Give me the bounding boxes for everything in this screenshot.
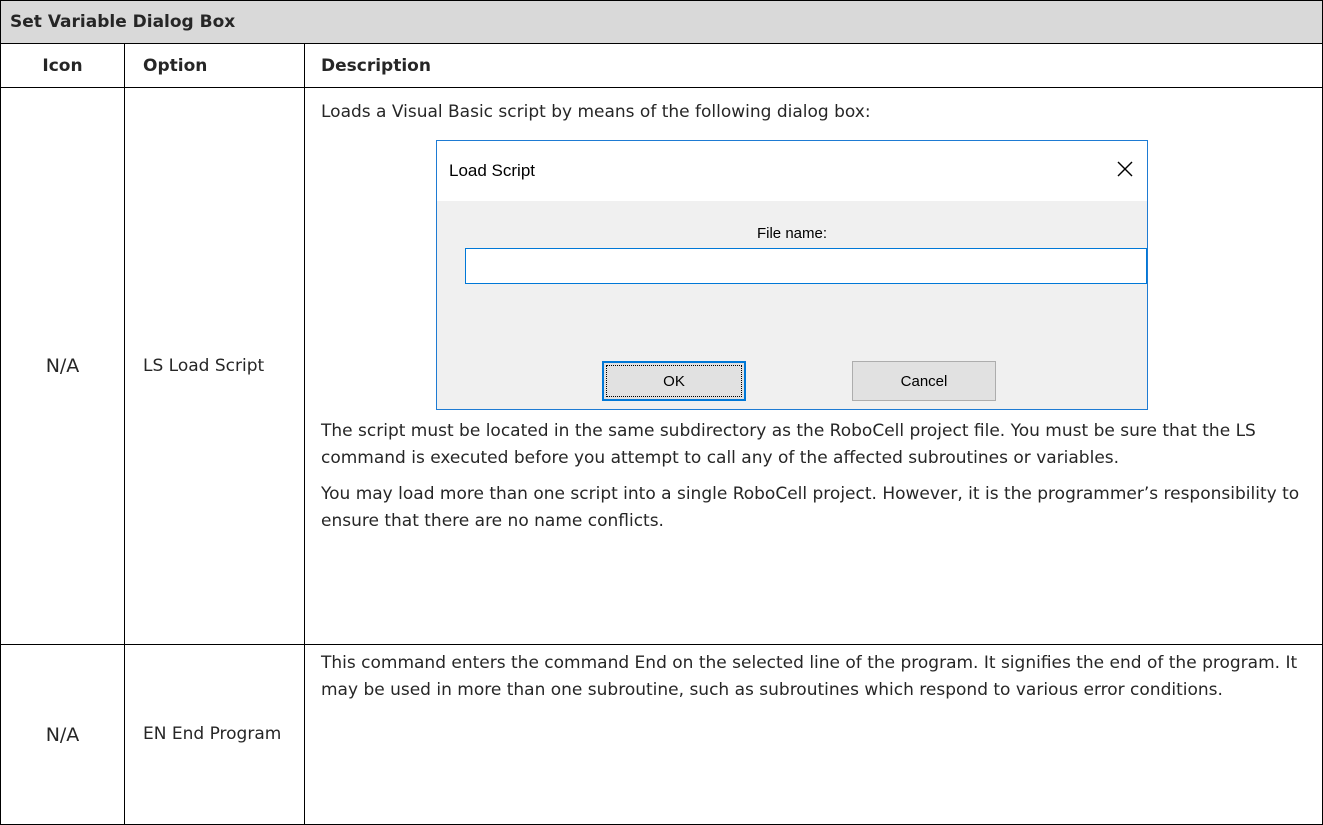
table-header-row: Icon Option Description: [1, 44, 1322, 88]
close-icon[interactable]: [1113, 157, 1137, 181]
file-name-label: File name:: [756, 225, 828, 242]
description-paragraph-2: You may load more than one script into a…: [321, 484, 1300, 531]
dialog-title-bar: Load Script: [437, 141, 1147, 201]
table-caption: Set Variable Dialog Box: [1, 1, 1322, 44]
cancel-button-label: Cancel: [900, 372, 948, 390]
ok-button[interactable]: OK: [602, 361, 746, 401]
cancel-button[interactable]: Cancel: [852, 361, 996, 401]
row-option-cell: EN End Program: [125, 645, 305, 824]
load-script-dialog: Load Script File name: OK Cancel: [436, 140, 1148, 410]
row-description-cell: This command enters the command End on t…: [305, 645, 1322, 824]
row-option-cell: LS Load Script: [125, 88, 305, 644]
row-icon-cell: N/A: [1, 645, 125, 824]
description-intro: Loads a Visual Basic script by means of …: [321, 102, 871, 122]
table-row: N/A LS Load Script Loads a Visual Basic …: [1, 88, 1322, 645]
set-variable-table: Set Variable Dialog Box Icon Option Desc…: [0, 0, 1323, 825]
dialog-title: Load Script: [449, 161, 535, 180]
description-text: This command enters the command End on t…: [321, 653, 1298, 700]
table-row: N/A EN End Program This command enters t…: [1, 645, 1322, 824]
header-icon: Icon: [1, 44, 125, 87]
header-option: Option: [125, 44, 305, 87]
file-name-input[interactable]: [465, 248, 1147, 284]
header-description: Description: [321, 55, 431, 76]
row-description-cell: Loads a Visual Basic script by means of …: [305, 88, 1322, 644]
description-paragraph-1: The script must be located in the same s…: [321, 421, 1256, 468]
row-icon-cell: N/A: [1, 88, 125, 644]
focus-ring: [606, 365, 742, 397]
